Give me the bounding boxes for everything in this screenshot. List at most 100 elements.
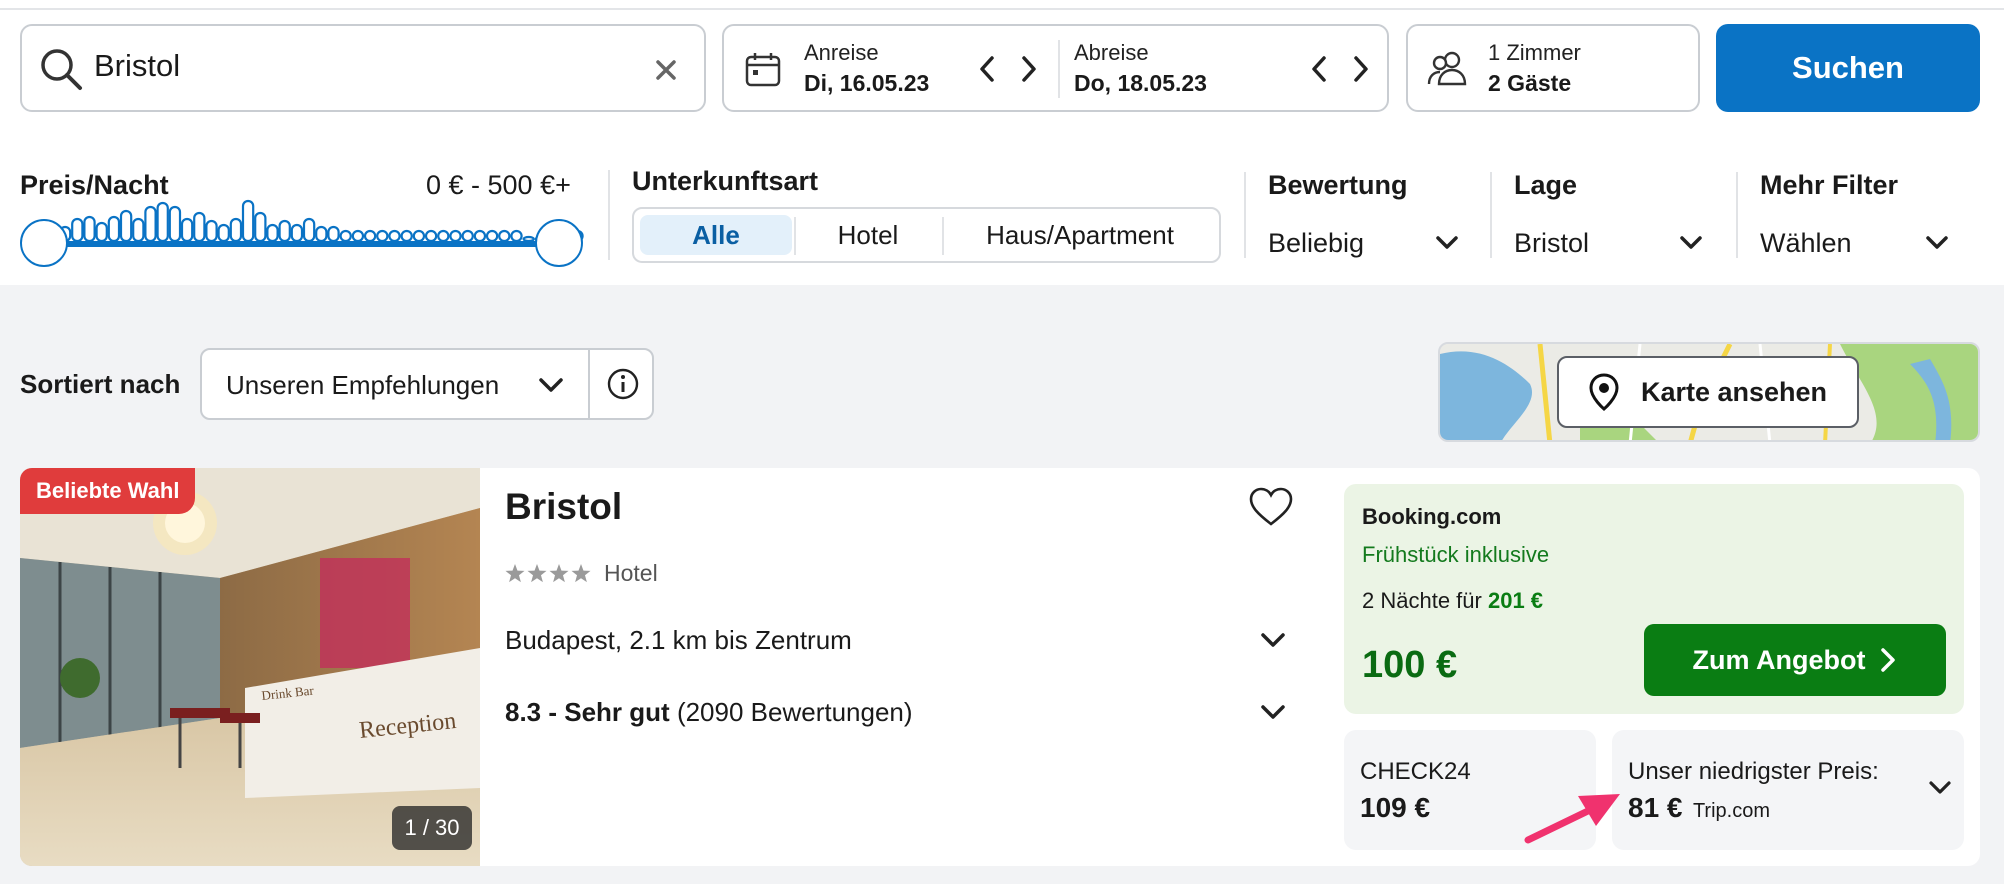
hotel-photo[interactable]: Reception Drink Bar Beliebte Wahl 1 / 30 — [20, 468, 480, 866]
hotel-location[interactable]: Budapest, 2.1 km bis Zentrum — [505, 625, 852, 656]
histogram-bar — [302, 217, 316, 243]
sort-label: Sortiert nach — [20, 369, 181, 399]
annotation-arrow — [1524, 794, 1620, 844]
info-icon[interactable] — [606, 367, 640, 401]
lowest-price: 81 € Trip.com — [1628, 792, 1770, 824]
rating-filter-label: Bewertung — [1268, 170, 1408, 200]
chevron-down-icon[interactable] — [1926, 774, 1954, 802]
histogram-bar — [510, 229, 523, 243]
histogram-bar — [522, 235, 535, 243]
star-rating — [505, 564, 591, 583]
hotel-name[interactable]: Bristol — [505, 486, 622, 528]
calendar-icon — [745, 53, 781, 87]
chevron-down-icon[interactable] — [1258, 625, 1288, 655]
histogram-bar — [339, 229, 352, 243]
price-slider-max-handle[interactable] — [535, 219, 583, 267]
chevron-left-icon[interactable] — [1306, 52, 1334, 86]
filter-divider — [1244, 172, 1246, 258]
more-filters[interactable]: Mehr Filter Wählen — [1760, 170, 1980, 262]
histogram-bar — [205, 219, 218, 243]
main-offer[interactable]: Booking.com Frühstück inklusive 2 Nächte… — [1344, 484, 1964, 714]
chevron-left-icon[interactable] — [974, 52, 1002, 86]
type-filter-label: Unterkunftsart — [632, 166, 819, 196]
histogram-bar — [217, 223, 230, 243]
lowest-price-provider: Trip.com — [1692, 800, 1770, 822]
type-segmented-control[interactable]: Alle Hotel Haus/Apartment — [632, 207, 1221, 263]
chevron-down-icon[interactable] — [1258, 697, 1288, 727]
offer-price: 100 € — [1362, 644, 1458, 686]
histogram-bar — [424, 229, 438, 243]
histogram-bar — [327, 225, 340, 243]
view-map-button[interactable]: Karte ansehen — [1557, 356, 1859, 428]
chevron-right-icon[interactable] — [1346, 52, 1374, 86]
lowest-price-offer[interactable]: Unser niedrigster Preis: 81 € Trip.com — [1612, 730, 1964, 850]
guests-picker[interactable]: 1 Zimmer 2 Gäste — [1406, 24, 1700, 112]
map-pin-icon — [1589, 373, 1619, 411]
chevron-down-icon — [1926, 236, 1948, 249]
more-filters-value: Wählen — [1760, 228, 1852, 258]
histogram-bar — [168, 205, 182, 243]
histogram-bar — [119, 209, 133, 243]
destination-search-field[interactable]: Bristol — [20, 24, 706, 112]
date-picker[interactable]: Anreise Di, 16.05.23 Abreise Do, 18.05.2… — [722, 24, 1389, 112]
histogram-bar — [144, 205, 157, 243]
destination-value[interactable]: Bristol — [94, 48, 180, 84]
hotel-rating[interactable]: 8.3 - Sehr gut (2090 Bewertungen) — [505, 697, 913, 728]
alt-offer-provider: CHECK24 — [1360, 758, 1471, 785]
filter-divider — [1736, 172, 1738, 258]
offer-provider: Booking.com — [1362, 504, 1502, 529]
price-histogram — [42, 199, 584, 247]
type-option-apartment[interactable]: Haus/Apartment — [944, 215, 1216, 255]
histogram-bar — [229, 217, 243, 243]
guests-count: 2 Gäste — [1488, 70, 1572, 96]
histogram-bar — [363, 229, 377, 243]
histogram-bar — [254, 211, 267, 243]
star-icon — [549, 564, 569, 583]
location-filter[interactable]: Lage Bristol — [1514, 170, 1726, 262]
to-offer-button[interactable]: Zum Angebot — [1644, 624, 1946, 696]
more-filters-label: Mehr Filter — [1760, 170, 1899, 200]
checkin[interactable]: Anreise Di, 16.05.23 — [804, 40, 929, 97]
chevron-down-icon — [539, 378, 563, 392]
histogram-bar — [132, 217, 145, 243]
filter-divider — [1490, 172, 1492, 258]
histogram-bar — [485, 229, 499, 243]
alt-offer-price: 109 € — [1360, 792, 1431, 823]
histogram-bar — [107, 215, 121, 243]
rating-filter[interactable]: Bewertung Beliebig — [1268, 170, 1480, 262]
lowest-price-value: 81 € — [1628, 792, 1683, 823]
favorite-heart-icon[interactable] — [1248, 486, 1294, 528]
chevron-right-icon — [1881, 648, 1896, 672]
lowest-price-label: Unser niedrigster Preis: — [1628, 758, 1879, 785]
sort-value: Unseren Empfehlungen — [226, 370, 500, 400]
type-option-hotel[interactable]: Hotel — [796, 215, 940, 255]
histogram-bar — [95, 221, 108, 243]
chevron-down-icon — [1436, 236, 1458, 249]
histogram-bar — [241, 199, 255, 243]
view-map-label: Karte ansehen — [1640, 376, 1828, 407]
histogram-bar — [388, 229, 401, 243]
type-option-all[interactable]: Alle — [640, 215, 792, 255]
clear-icon[interactable] — [646, 50, 686, 90]
chevron-right-icon[interactable] — [1014, 52, 1042, 86]
histogram-bar — [315, 225, 328, 243]
histogram-bar — [449, 229, 462, 243]
rooms-count: 1 Zimmer — [1488, 40, 1581, 65]
popular-choice-badge: Beliebte Wahl — [20, 468, 196, 514]
photo-counter: 1 / 30 — [392, 806, 472, 850]
histogram-bar — [278, 219, 291, 243]
star-icon — [527, 564, 547, 583]
histogram-bar — [266, 223, 279, 243]
hotel-result-card[interactable]: Reception Drink Bar Beliebte Wahl 1 / 30… — [20, 468, 1980, 866]
histogram-bar — [290, 223, 304, 243]
price-slider-min-handle[interactable] — [20, 219, 68, 267]
offer-total-price: 201 € — [1487, 588, 1544, 613]
histogram-bar — [473, 229, 487, 243]
checkin-label: Anreise — [804, 40, 879, 65]
search-button[interactable]: Suchen — [1716, 24, 1980, 112]
sort-select[interactable]: Unseren Empfehlungen — [200, 348, 654, 420]
star-icon — [505, 564, 525, 583]
chevron-down-icon — [1680, 236, 1702, 249]
hotel-type: Hotel — [604, 560, 658, 586]
checkout[interactable]: Abreise Do, 18.05.23 — [1074, 40, 1207, 97]
